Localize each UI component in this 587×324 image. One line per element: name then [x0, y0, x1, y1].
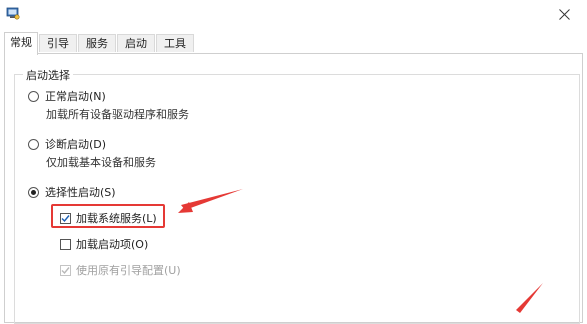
option-description: 加载所有设备驱动程序和服务	[46, 108, 189, 121]
tab-tools[interactable]: 工具	[156, 34, 194, 52]
checkbox-label: 加载启动项(O)	[76, 238, 149, 251]
group-title: 启动选择	[23, 67, 73, 83]
checkbox-load-startup-items[interactable]: 加载启动项(O)	[60, 236, 148, 252]
checkbox-disabled	[60, 264, 71, 276]
checkmark-icon	[61, 266, 70, 274]
tab-strip: 常规 引导 服务 启动 工具	[4, 32, 584, 55]
checkbox-use-original-boot-config: 使用原有引导配置(U)	[60, 262, 181, 278]
option-description: 仅加载基本设备和服务	[46, 156, 156, 169]
checkbox[interactable]	[60, 238, 71, 250]
radio-button-selected[interactable]	[28, 186, 39, 198]
system-config-icon	[6, 6, 20, 20]
tab-startup[interactable]: 启动	[117, 34, 155, 52]
radio-normal-startup[interactable]: 正常启动(N)	[28, 88, 106, 104]
close-button[interactable]	[541, 0, 587, 28]
close-icon	[558, 8, 570, 20]
radio-selective-startup[interactable]: 选择性启动(S)	[28, 184, 116, 200]
checkbox-label: 使用原有引导配置(U)	[76, 264, 181, 277]
radio-button[interactable]	[28, 90, 39, 102]
annotation-highlight-box	[51, 204, 165, 228]
tab-services[interactable]: 服务	[78, 34, 116, 52]
tab-boot[interactable]: 引导	[39, 34, 77, 52]
radio-label: 诊断启动(D)	[45, 138, 107, 151]
radio-diagnostic-startup[interactable]: 诊断启动(D)	[28, 136, 106, 152]
tab-general[interactable]: 常规	[4, 32, 38, 55]
radio-label: 选择性启动(S)	[45, 186, 116, 199]
radio-label: 正常启动(N)	[45, 90, 106, 103]
radio-button[interactable]	[28, 138, 39, 150]
title-bar	[0, 0, 587, 30]
